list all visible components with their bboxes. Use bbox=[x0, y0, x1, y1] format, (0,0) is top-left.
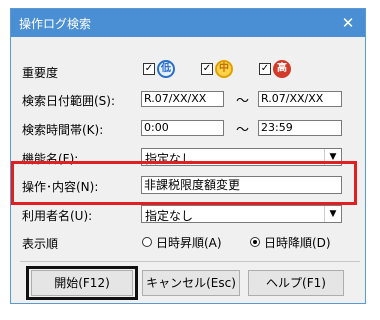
start-button[interactable]: 開始(F12) bbox=[31, 270, 133, 296]
time-range-separator: ～ bbox=[236, 123, 250, 138]
date-to-field[interactable]: R.07/XX/XX bbox=[258, 91, 342, 107]
user-name-select[interactable]: 指定なし ▼ bbox=[141, 205, 342, 223]
user-name-value: 指定なし bbox=[145, 209, 194, 223]
help-button[interactable]: ヘルプ(F1) bbox=[248, 270, 344, 296]
cancel-button[interactable]: キャンセル(Esc) bbox=[142, 270, 240, 296]
priority-label: 重要度 bbox=[22, 66, 59, 80]
close-icon[interactable]: ✕ bbox=[337, 12, 359, 34]
time-from-field[interactable]: 0:00 bbox=[141, 120, 224, 136]
priority-low-icon: 低 bbox=[157, 60, 175, 78]
sort-order-label: 表示順 bbox=[22, 237, 59, 251]
operation-field[interactable]: 非課税限度額変更 bbox=[141, 176, 342, 194]
priority-high-icon: 高 bbox=[273, 60, 291, 78]
button-separator bbox=[20, 261, 360, 262]
sort-ascending-radio[interactable] bbox=[142, 237, 152, 247]
time-range-label: 検索時間帯(K): bbox=[22, 123, 104, 137]
chevron-down-icon[interactable]: ▼ bbox=[324, 206, 341, 222]
sort-ascending-label[interactable]: 日時昇順(A) bbox=[156, 234, 222, 251]
date-from-field[interactable]: R.07/XX/XX bbox=[141, 91, 224, 107]
operation-label: 操作･内容(N): bbox=[22, 180, 99, 194]
sort-descending-radio[interactable] bbox=[250, 237, 260, 247]
date-range-label: 検索日付範囲(S): bbox=[22, 94, 116, 108]
user-name-label: 利用者名(U): bbox=[22, 209, 93, 223]
sort-descending-label[interactable]: 日時降順(D) bbox=[264, 234, 331, 251]
priority-medium-icon: 中 bbox=[215, 60, 233, 78]
time-to-field[interactable]: 23:59 bbox=[258, 120, 342, 136]
priority-low-checkbox[interactable]: ✓ bbox=[143, 63, 155, 75]
title-bar: 操作ログ検索 ✕ bbox=[11, 9, 365, 37]
date-range-separator: ～ bbox=[236, 94, 250, 109]
priority-medium-checkbox[interactable]: ✓ bbox=[201, 63, 213, 75]
priority-high-checkbox[interactable]: ✓ bbox=[259, 63, 271, 75]
dialog-title: 操作ログ検索 bbox=[19, 17, 92, 31]
